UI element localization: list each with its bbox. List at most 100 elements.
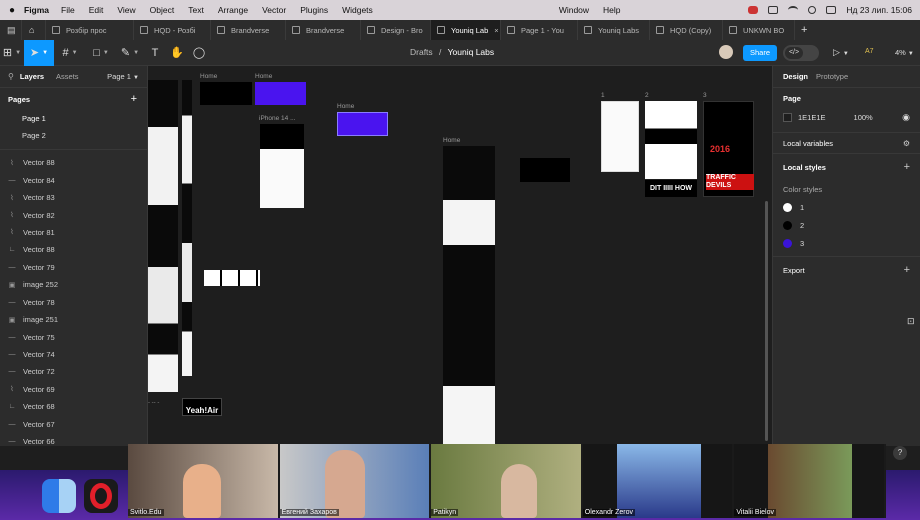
new-tab-button[interactable]: + [795,20,815,40]
present-button[interactable]: ▷ ▼ [833,47,849,58]
tab-rozbir[interactable]: Розбір прос [46,20,134,40]
layer-item[interactable]: — Vector 66 [0,433,147,446]
menu-plugins[interactable]: Plugins [300,5,328,15]
menu-file[interactable]: File [61,5,75,15]
tab-design[interactable]: Design [783,72,808,81]
control-center-icon[interactable] [826,6,837,14]
color-style-item[interactable]: 3 [783,234,910,252]
frame-tool[interactable]: # ▼ [54,40,86,66]
hand-tool[interactable]: ✋ [166,40,188,66]
video-tile[interactable]: Olexandr Zerov [582,444,733,518]
layer-item[interactable]: ⌇ Vector 83 [0,189,147,206]
layer-item[interactable]: — Vector 75 [0,328,147,345]
file-title[interactable]: Youniq Labs [448,47,494,57]
export-header[interactable]: Export + [783,257,910,283]
font-warning-badge[interactable]: A7 [865,48,874,55]
tab-assets[interactable]: Assets [56,72,79,81]
tab-page1-you[interactable]: Page 1 - You [501,20,578,40]
shape-tool[interactable]: □ ▼ [86,40,116,66]
apple-icon[interactable]: ● [0,5,24,16]
tab-unkwn[interactable]: UNKWN BO [723,20,795,40]
comment-tool[interactable]: ◯ [188,40,210,66]
search-icon[interactable]: ⚲ [8,72,14,81]
video-tile[interactable]: Евгений Захаров [279,444,430,518]
video-tile[interactable]: Vitalii Bielov [734,444,884,518]
layer-item[interactable]: ▣ image 252 [0,276,147,293]
share-button[interactable]: Share [743,45,777,61]
video-tile[interactable]: Patikyn [431,444,581,518]
layer-item[interactable]: ∟ Vector 88 [0,241,147,258]
canvas-scrollbar[interactable] [765,201,768,441]
add-export-button[interactable]: + [904,264,910,276]
opera-icon[interactable] [84,479,118,513]
battery-icon[interactable] [768,6,779,14]
tab-brandverse-2[interactable]: Brandverse [286,20,361,40]
page-item-2[interactable]: Page 2 [0,127,147,144]
help-button[interactable]: ? [893,446,907,460]
layer-item[interactable]: — Vector 74 [0,346,147,363]
menu-vector[interactable]: Vector [262,5,286,15]
close-icon[interactable]: × [494,26,498,35]
home-tab[interactable]: ⌂ [22,20,46,40]
tab-prototype[interactable]: Prototype [816,72,848,81]
frame-small-thumbs[interactable] [204,270,260,286]
text-tool[interactable]: T [144,40,166,66]
layer-item[interactable]: ⌇ Vector 69 [0,381,147,398]
page-opacity-value[interactable]: 100% [854,113,873,122]
menu-help[interactable]: Help [603,5,620,15]
figma-menu-button[interactable]: ▤ [0,20,22,40]
tab-hqd[interactable]: HQD - Розбі [134,20,211,40]
frame-dark-small[interactable] [520,158,570,182]
eye-icon[interactable]: ◉ [902,112,910,123]
tab-brandverse-1[interactable]: Brandverse [211,20,286,40]
menu-window[interactable]: Window [559,5,589,15]
frame-3[interactable]: 2016 TRAFFIC DEVILS [703,101,754,197]
menu-widgets[interactable]: Widgets [342,5,373,15]
main-menu-button[interactable]: ⊞ ▼ [0,40,24,66]
menu-view[interactable]: View [117,5,135,15]
color-style-item[interactable]: 1 [783,198,910,216]
record-icon[interactable] [748,6,759,14]
layer-item[interactable]: — Vector 84 [0,171,147,188]
layer-item[interactable]: — Vector 67 [0,416,147,433]
layer-item[interactable]: — Vector 72 [0,363,147,380]
menubar-datetime[interactable]: Нд 23 лип. 15:06 [846,5,912,15]
move-tool[interactable]: ➤ ▼ [24,39,54,66]
tab-design-bro[interactable]: Design - Bro [361,20,431,40]
layer-item[interactable]: ▣ image 251 [0,311,147,328]
frame-2[interactable] [645,101,697,179]
frame-1[interactable] [601,101,639,172]
menu-arrange[interactable]: Arrange [218,5,248,15]
page-background-row[interactable]: 1E1E1E 100% ◉ [783,108,910,126]
frame-iphone[interactable] [260,124,304,208]
inspect-icon[interactable]: ⊡ [907,316,915,327]
layer-item[interactable]: — Vector 79 [0,259,147,276]
layer-item[interactable]: — Vector 78 [0,294,147,311]
zoom-dropdown[interactable]: 4% ▼ [895,48,914,57]
layer-item[interactable]: ⌇ Vector 82 [0,206,147,223]
canvas[interactable]: Yeah!Air - -- - Home Home Home iPhone 14… [148,66,772,446]
wifi-icon[interactable] [788,6,799,14]
frame-left-strip-2[interactable] [182,80,192,376]
add-style-button[interactable]: + [904,161,910,173]
avatar[interactable] [719,45,733,59]
frame-home-2[interactable] [255,82,306,105]
dev-mode-toggle[interactable]: </> [783,45,819,61]
app-name[interactable]: Figma [24,5,49,15]
frame-home-3[interactable] [337,112,388,136]
frame-home-main[interactable] [443,146,495,446]
page-item-1[interactable]: Page 1 [0,110,147,127]
frame-yeah-air[interactable]: Yeah!Air [182,398,222,416]
layer-item[interactable]: ⌇ Vector 88 [0,154,147,171]
menu-object[interactable]: Object [150,5,175,15]
frame-dit-how[interactable]: DIT IIIII HOW [645,180,697,197]
tab-layers[interactable]: Layers [20,72,44,81]
pen-tool[interactable]: ✎ ▼ [116,40,144,66]
color-style-item[interactable]: 2 [783,216,910,234]
page-color-swatch[interactable] [783,112,792,122]
search-icon[interactable] [808,6,817,14]
page-dropdown[interactable]: Page 1 ▼ [107,72,139,81]
menu-edit[interactable]: Edit [89,5,104,15]
video-tile[interactable]: Svitlo.Edu [128,444,278,518]
page-color-value[interactable]: 1E1E1E [798,113,826,122]
